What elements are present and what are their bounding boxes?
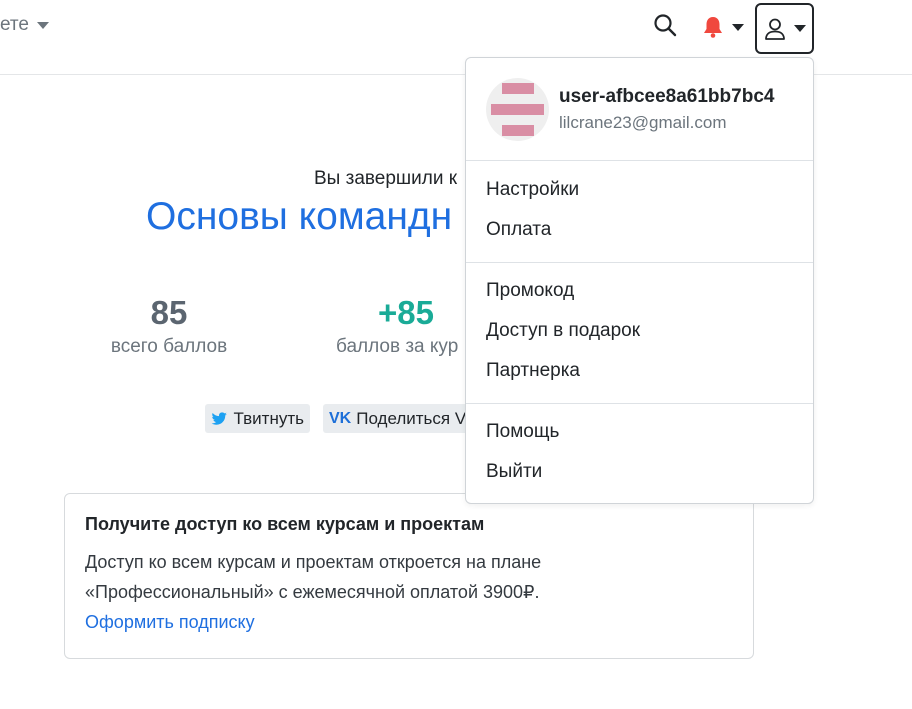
username: user-afbcee8a61bb7bc4 xyxy=(559,86,775,107)
menu-item-affiliate[interactable]: Партнерка xyxy=(466,351,813,391)
vk-icon: VK xyxy=(329,409,352,427)
total-points-stat: 85 всего баллов xyxy=(104,294,234,358)
avatar xyxy=(486,78,549,141)
promo-title: Получите доступ ко всем курсам и проекта… xyxy=(85,514,485,534)
menu-item-payment[interactable]: Оплата xyxy=(466,210,813,250)
completion-message: Вы завершили к xyxy=(314,168,458,189)
dropdown-user-header: user-afbcee8a61bb7bc4 lilcrane23@gmail.c… xyxy=(466,58,813,161)
total-points-value: 85 xyxy=(150,294,188,331)
nav-menu-dropdown[interactable]: ете xyxy=(0,14,49,36)
subscribe-link[interactable]: Оформить подписку xyxy=(85,607,733,637)
subscription-promo-card: Получите доступ ко всем курсам и проекта… xyxy=(64,493,754,659)
course-points-value: +85 xyxy=(378,294,434,331)
chevron-down-icon xyxy=(37,21,49,29)
menu-item-help[interactable]: Помощь xyxy=(466,412,813,452)
promo-text-line-1: Доступ ко всем курсам и проектам откроет… xyxy=(85,552,542,572)
promo-text-line-2: «Профессиональный» с ежемесячной оплатой… xyxy=(85,582,540,602)
chevron-down-icon xyxy=(793,25,806,32)
vk-share-label: Поделиться VI xyxy=(356,408,471,428)
tweet-label: Твитнуть xyxy=(233,408,304,428)
user-menu-button[interactable] xyxy=(755,3,814,54)
menu-item-logout[interactable]: Выйти xyxy=(466,452,813,492)
course-title[interactable]: Основы командн xyxy=(146,195,452,239)
chevron-down-icon xyxy=(732,23,744,31)
dropdown-group-offers: Промокод Доступ в подарок Партнерка xyxy=(466,271,813,404)
menu-item-promo-code[interactable]: Промокод xyxy=(466,271,813,311)
user-email: lilcrane23@gmail.com xyxy=(559,113,727,132)
total-points-label: всего баллов xyxy=(110,336,228,357)
course-points-label: баллов за кур xyxy=(336,336,459,357)
menu-item-gift-access[interactable]: Доступ в подарок xyxy=(466,311,813,351)
dropdown-group-misc: Помощь Выйти xyxy=(466,412,813,492)
bell-icon xyxy=(704,17,722,38)
user-icon xyxy=(764,18,785,40)
tweet-button[interactable]: Твитнуть xyxy=(205,404,310,433)
course-points-stat: +85 баллов за кур xyxy=(336,294,486,358)
twitter-icon xyxy=(211,411,227,425)
search-icon xyxy=(654,14,677,37)
menu-item-settings[interactable]: Настройки xyxy=(466,170,813,210)
user-dropdown-menu: user-afbcee8a61bb7bc4 lilcrane23@gmail.c… xyxy=(465,57,814,504)
dropdown-group-account: Настройки Оплата xyxy=(466,170,813,263)
notifications-button[interactable] xyxy=(700,12,752,42)
nav-menu-label: ете xyxy=(0,14,29,35)
vk-share-button[interactable]: VK Поделиться VI xyxy=(323,404,473,433)
search-button[interactable] xyxy=(652,12,682,42)
